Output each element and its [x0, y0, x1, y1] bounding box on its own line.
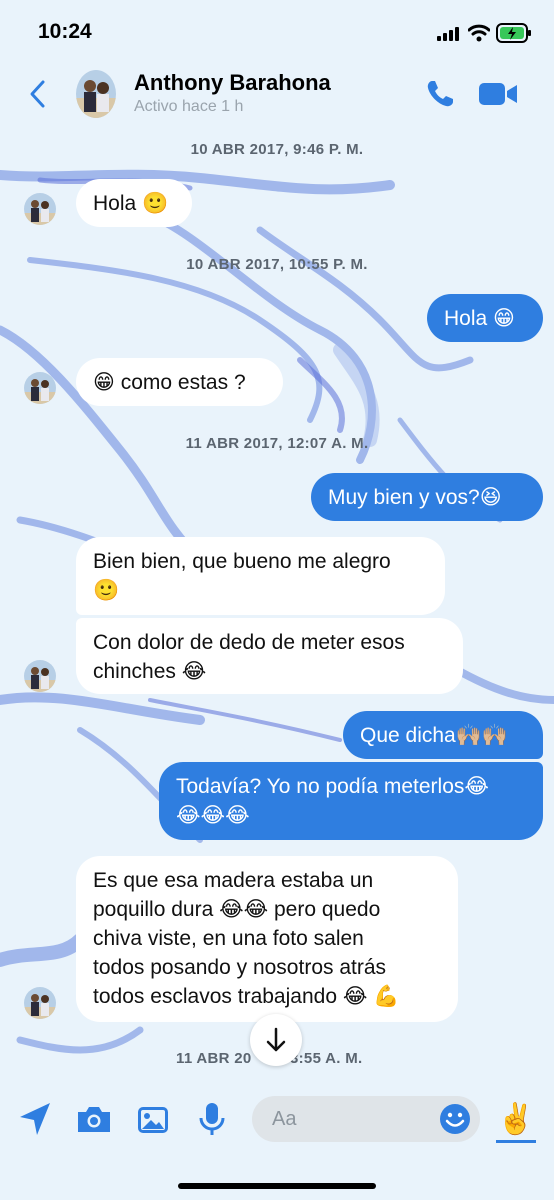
message-text: chinches 😂: [93, 660, 207, 683]
message-text: Todavía? Yo no podía meterlos😂: [176, 775, 489, 798]
message-text: 😂😂😂: [176, 804, 250, 827]
message-input-placeholder: Aa: [272, 1107, 297, 1130]
sender-avatar: [24, 660, 56, 692]
timestamp: 10 ABR 2017, 10:55 P. M.: [186, 256, 368, 273]
timestamp-right: 3:55 A. M.: [290, 1050, 363, 1067]
message-text: Hola 🙂: [93, 192, 169, 215]
emoji-icon[interactable]: [438, 1102, 472, 1136]
message-text: Hola 😁: [444, 307, 515, 330]
message-bubble-incoming[interactable]: Bien bien, que bueno me alegro 🙂: [76, 537, 445, 615]
location-arrow-icon[interactable]: [16, 1099, 56, 1139]
message-bubble-incoming[interactable]: Con dolor de dedo de meter esos chinches…: [76, 618, 463, 694]
message-text: todos esclavos trabajando 😂 💪: [93, 985, 400, 1008]
scroll-to-bottom-button[interactable]: [250, 1014, 302, 1066]
battery-icon: [496, 23, 531, 43]
signal-icon: [437, 27, 459, 41]
message-text: poquillo dura 😂😂 pero quedo: [93, 898, 381, 921]
message-bubble-outgoing[interactable]: Hola 😁: [427, 294, 543, 342]
message-text: chiva viste, en una foto salen: [93, 927, 364, 950]
message-text: 🙂: [93, 579, 120, 602]
video-icon[interactable]: [478, 80, 518, 108]
message-bubble-outgoing[interactable]: Todavía? Yo no podía meterlos😂 😂😂😂: [159, 762, 543, 840]
contact-status: Activo hace 1 h: [134, 98, 244, 115]
microphone-icon[interactable]: [192, 1099, 232, 1139]
gallery-icon[interactable]: [133, 1100, 173, 1140]
phone-icon[interactable]: [424, 78, 456, 110]
timestamp-left: 11 ABR 20: [176, 1050, 252, 1067]
message-text: Bien bien, que bueno me alegro: [93, 550, 391, 573]
home-indicator: [178, 1183, 376, 1189]
message-bubble-incoming[interactable]: Hola 🙂: [76, 179, 192, 227]
timestamp: 10 ABR 2017, 9:46 P. M.: [190, 141, 364, 158]
contact-name[interactable]: Anthony Barahona: [134, 70, 331, 96]
camera-icon[interactable]: [74, 1100, 114, 1140]
message-bubble-incoming[interactable]: 😁 como estas ?: [76, 358, 283, 406]
sender-avatar: [24, 987, 56, 1019]
message-text: Es que esa madera estaba un: [93, 869, 374, 892]
arrow-down-icon: [266, 1027, 286, 1052]
message-bubble-outgoing[interactable]: Muy bien y vos?😆: [311, 473, 543, 521]
message-text: Con dolor de dedo de meter esos: [93, 631, 405, 654]
message-text: 😁 como estas ?: [93, 371, 246, 394]
wifi-icon: [468, 24, 490, 42]
message-text: Que dicha🙌🏼🙌🏼: [360, 724, 509, 747]
status-time: 10:24: [38, 20, 92, 43]
message-text: todos posando y nosotros atrás: [93, 956, 387, 979]
quick-reaction-button[interactable]: ✌️: [496, 1100, 536, 1143]
message-bubble-incoming[interactable]: Es que esa madera estaba un poquillo dur…: [76, 856, 458, 1022]
message-bubble-outgoing[interactable]: Que dicha🙌🏼🙌🏼: [343, 711, 543, 759]
contact-avatar[interactable]: [76, 70, 116, 118]
timestamp: 11 ABR 2017, 12:07 A. M.: [185, 435, 369, 452]
message-text: Muy bien y vos?😆: [328, 486, 502, 509]
sender-avatar: [24, 193, 56, 225]
sender-avatar: [24, 372, 56, 404]
back-icon[interactable]: [26, 78, 50, 110]
